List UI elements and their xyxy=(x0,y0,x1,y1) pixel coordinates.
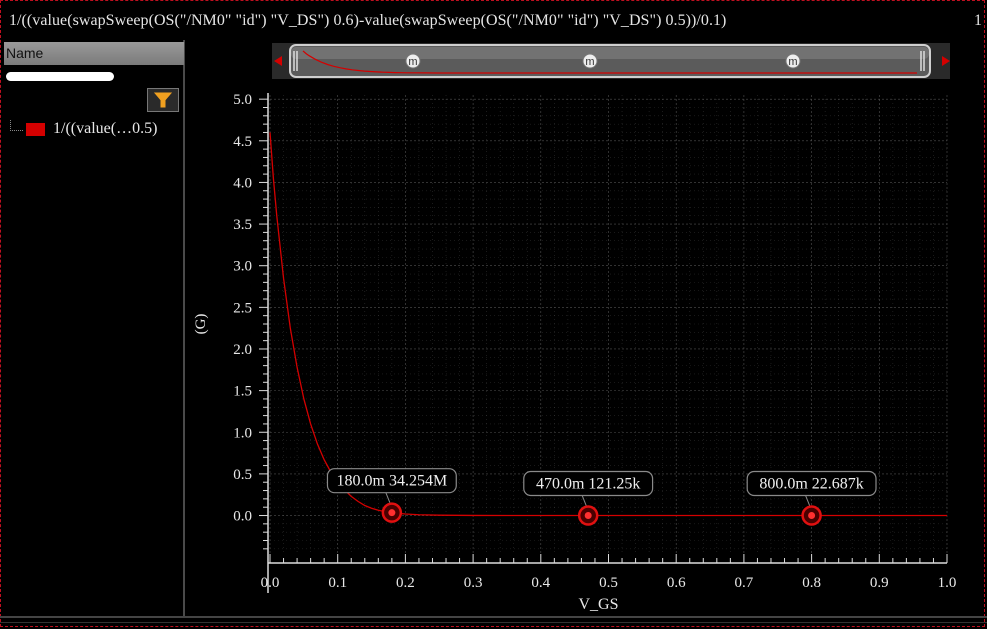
trace-sidebar: Name 1/((value(…0.5) xyxy=(0,40,185,616)
marker-dot xyxy=(388,509,396,517)
marker-pointer xyxy=(805,495,811,506)
x-tick-label: 0.0 xyxy=(261,575,280,591)
x-tick-label: 0.6 xyxy=(667,575,686,591)
marker: 800.0m 22.687k xyxy=(746,470,877,526)
x-tick-label: 0.9 xyxy=(870,575,889,591)
title-bar: 1/((value(swapSweep(OS("/NM0" "id") "V_D… xyxy=(0,0,987,40)
marker-dot xyxy=(808,512,816,520)
y-tick-label: 3.5 xyxy=(233,217,252,233)
plot-area[interactable]: m m m 5.0 4.5 4.0 3.5 3.0 2.5 2.0 1.5 1.0 0.5 0.0 (G) 0… xyxy=(187,40,985,616)
x-tick-label: 0.8 xyxy=(802,575,821,591)
marker-pointer xyxy=(581,495,587,506)
filter-button[interactable] xyxy=(147,88,179,112)
x-tick-label: 0.3 xyxy=(464,575,483,591)
marker-label: 180.0m 34.254M xyxy=(337,473,448,490)
y-axis-label: (G) xyxy=(193,314,209,335)
y-tick-label: 1.0 xyxy=(233,425,252,441)
y-tick-label: 2.5 xyxy=(233,300,252,316)
y-tick-label: 5.0 xyxy=(233,92,252,108)
bottom-divider xyxy=(0,616,987,618)
y-tick-label: 4.0 xyxy=(233,175,252,191)
marker-label: 800.0m 22.687k xyxy=(759,476,863,493)
legend-label: 1/((value(…0.5) xyxy=(53,120,158,137)
x-tick-label: 0.7 xyxy=(735,575,754,591)
bottom-divider-2 xyxy=(0,622,987,623)
y-tick-label: 2.0 xyxy=(233,342,252,358)
window-title-suffix: 1 xyxy=(974,12,982,29)
funnel-icon xyxy=(153,92,173,108)
x-tick-label: 1.0 xyxy=(938,575,957,591)
overview-marker: m xyxy=(582,53,598,69)
tree-connector xyxy=(10,119,23,131)
overview-marker-label: m xyxy=(788,56,797,68)
name-column-header[interactable]: Name xyxy=(4,42,184,65)
x-tick-label: 0.2 xyxy=(396,575,415,591)
y-tick-label: 0.0 xyxy=(233,509,252,525)
legend-item[interactable]: 1/((value(…0.5) xyxy=(10,118,157,140)
x-axis-label: V_GS xyxy=(578,596,618,613)
overview-thumb-highlight xyxy=(291,47,929,59)
y-tick-label: 3.0 xyxy=(233,259,252,275)
overview-marker: m xyxy=(785,53,801,69)
y-tick-label: 4.5 xyxy=(233,134,252,150)
marker-pointer xyxy=(385,492,391,503)
x-axis: 0.0 0.1 0.2 0.3 0.4 0.5 0.6 0.7 0.8 0.9 1.0 V_GS xyxy=(261,554,957,613)
overview-bar: mmm xyxy=(272,43,950,79)
overview-marker: m xyxy=(405,53,421,69)
x-tick-label: 0.4 xyxy=(531,575,550,591)
x-tick-label: 0.1 xyxy=(328,575,347,591)
overview-marker-label: m xyxy=(408,56,417,68)
marker-label: 470.0m 121.25k xyxy=(536,476,640,493)
y-tick-label: 1.5 xyxy=(233,384,252,400)
marker-dot xyxy=(584,512,592,520)
y-axis: 5.0 4.5 4.0 3.5 3.0 2.5 2.0 1.5 1.0 0.5 0.0 (G) xyxy=(193,92,269,593)
legend-swatch xyxy=(26,122,45,136)
chart-svg[interactable]: m m m 5.0 4.5 4.0 3.5 3.0 2.5 2.0 1.5 1.0 0.5 0.0 (G) 0… xyxy=(187,40,985,616)
name-filter-input[interactable] xyxy=(6,72,114,81)
window-title: 1/((value(swapSweep(OS("/NM0" "id") "V_D… xyxy=(9,12,727,29)
x-tick-label: 0.5 xyxy=(599,575,618,591)
overview-marker-label: m xyxy=(585,56,594,68)
marker: 470.0m 121.25k xyxy=(523,470,654,526)
y-tick-label: 0.5 xyxy=(233,467,252,483)
